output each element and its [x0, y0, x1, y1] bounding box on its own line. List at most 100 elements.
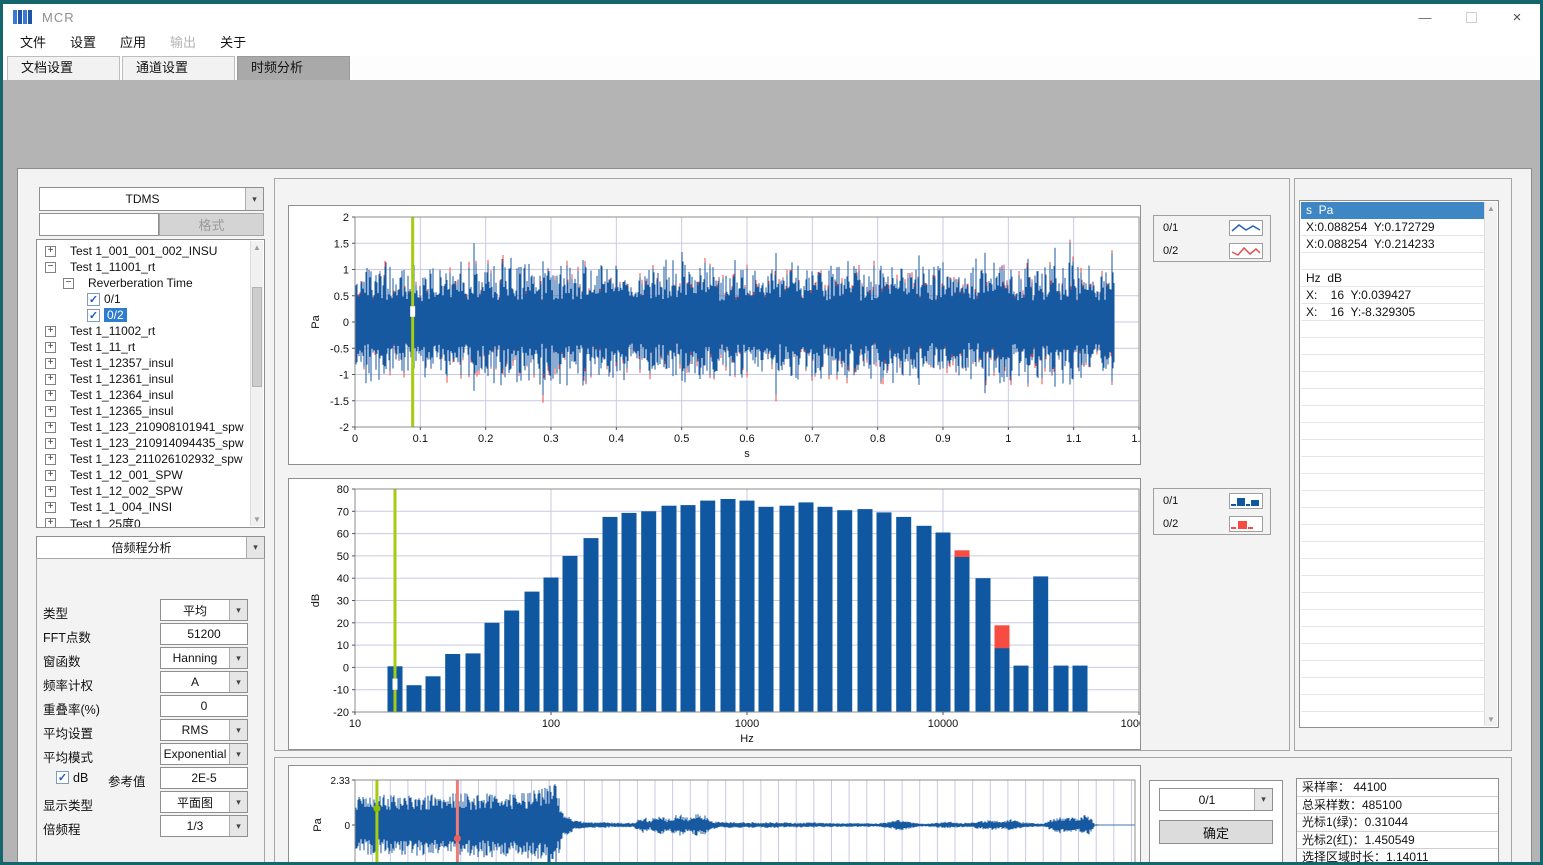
readout-row[interactable]	[1301, 542, 1484, 559]
tree-item[interactable]: +Test 1_11002_rt	[37, 323, 251, 339]
expander-icon[interactable]: +	[45, 470, 56, 481]
file-format-select[interactable]: TDMS ▾	[39, 187, 264, 211]
legend-item[interactable]: 0/1	[1154, 489, 1270, 512]
tree-item[interactable]: +Test 1_1_004_INSI	[37, 499, 251, 515]
readout-row[interactable]	[1301, 644, 1484, 661]
expander-icon[interactable]: +	[45, 422, 56, 433]
tree-item[interactable]: ✓0/1	[37, 291, 251, 307]
expander-icon[interactable]: +	[45, 342, 56, 353]
minimize-button[interactable]: —	[1402, 4, 1448, 30]
field-select[interactable]: 1/3▾	[160, 815, 248, 837]
scroll-up-icon[interactable]: ▲	[251, 241, 263, 254]
db-checkbox[interactable]: ✓	[56, 771, 69, 784]
tree-item[interactable]: +Test 1_12_002_SPW	[37, 483, 251, 499]
readout-row[interactable]: X: 16 Y:0.039427	[1301, 287, 1484, 304]
readout-row[interactable]	[1301, 661, 1484, 678]
tab-channel-settings[interactable]: 通道设置	[122, 56, 235, 80]
expander-icon[interactable]: −	[63, 278, 74, 289]
checkbox[interactable]: ✓	[87, 309, 100, 322]
third-octave-spectrum-chart[interactable]: 1010010001000010000080706050403020100-10…	[288, 478, 1141, 750]
tree-item[interactable]: ✓0/2	[37, 307, 251, 323]
readout-row[interactable]: s Pa	[1301, 202, 1484, 219]
field-select[interactable]: 平均▾	[160, 599, 248, 621]
tree-item[interactable]: +Test 1_12364_insul	[37, 387, 251, 403]
expander-icon[interactable]: −	[45, 262, 56, 273]
confirm-button[interactable]: 确定	[1159, 820, 1273, 844]
tree-item[interactable]: +Test 1_123_211026102932_spw	[37, 451, 251, 467]
analysis-type-select[interactable]: 倍频程分析 ▾	[36, 536, 265, 559]
expander-icon[interactable]: +	[45, 486, 56, 497]
channel-select[interactable]: 0/1 ▾	[1159, 788, 1273, 811]
field-select[interactable]: A▾	[160, 671, 248, 693]
readout-row[interactable]	[1301, 474, 1484, 491]
field-select[interactable]: Exponential▾	[160, 743, 248, 765]
readout-row[interactable]: Hz dB	[1301, 270, 1484, 287]
readout-row[interactable]	[1301, 678, 1484, 695]
expander-icon[interactable]: +	[45, 374, 56, 385]
expander-icon[interactable]: +	[45, 246, 56, 257]
expander-icon[interactable]: +	[45, 518, 56, 529]
maximize-button[interactable]	[1448, 4, 1494, 30]
tree-item[interactable]: −Reverberation Time	[37, 275, 251, 291]
readout-row[interactable]	[1301, 712, 1484, 728]
legend-item[interactable]: 0/2	[1154, 512, 1270, 535]
expander-icon[interactable]: +	[45, 406, 56, 417]
field-input[interactable]	[160, 623, 248, 645]
cursor1-handle[interactable]	[373, 805, 380, 812]
readout-row[interactable]	[1301, 338, 1484, 355]
readout-row[interactable]	[1301, 253, 1484, 270]
readout-row[interactable]	[1301, 559, 1484, 576]
tree-item[interactable]: +Test 1_12365_insul	[37, 403, 251, 419]
readout-row[interactable]	[1301, 440, 1484, 457]
menu-item-settings[interactable]: 设置	[58, 30, 108, 56]
tree-item[interactable]: +Test 1_001_001_002_INSU	[37, 243, 251, 259]
time-waveform-chart[interactable]: 00.10.20.30.40.50.60.70.80.911.11.221.51…	[288, 205, 1141, 465]
readout-row[interactable]	[1301, 576, 1484, 593]
tab-time-frequency[interactable]: 时频分析	[237, 56, 350, 80]
expander-icon[interactable]: +	[45, 438, 56, 449]
readout-row[interactable]	[1301, 423, 1484, 440]
field-select[interactable]: 平面图▾	[160, 791, 248, 813]
expander-icon[interactable]: +	[45, 454, 56, 465]
expander-icon[interactable]: +	[45, 358, 56, 369]
full-record-waveform-chart[interactable]: 00.250.50.7511.251.51.7522.252.52.7533.2…	[288, 765, 1141, 865]
scroll-down-icon[interactable]: ▼	[1485, 713, 1497, 726]
readout-row[interactable]	[1301, 695, 1484, 712]
tree-item[interactable]: −Test 1_11001_rt	[37, 259, 251, 275]
readout-row[interactable]	[1301, 593, 1484, 610]
cursor2-handle[interactable]	[454, 835, 461, 842]
tree-item[interactable]: +Test 1_25度0	[37, 515, 251, 528]
tree-item[interactable]: +Test 1_12361_insul	[37, 371, 251, 387]
readout-row[interactable]: X:0.088254 Y:0.214233	[1301, 236, 1484, 253]
readout-scrollbar[interactable]: ▲▼	[1484, 202, 1497, 726]
readout-row[interactable]	[1301, 355, 1484, 372]
legend-item[interactable]: 0/1	[1154, 216, 1270, 239]
readout-row[interactable]	[1301, 508, 1484, 525]
menu-item-apply[interactable]: 应用	[108, 30, 158, 56]
scroll-up-icon[interactable]: ▲	[1485, 202, 1497, 215]
close-button[interactable]: ×	[1494, 4, 1540, 30]
tree-item[interactable]: +Test 1_123_210908101941_spw	[37, 419, 251, 435]
readout-row[interactable]	[1301, 627, 1484, 644]
scrollbar-thumb[interactable]	[252, 287, 262, 387]
readout-row[interactable]: X: 16 Y:-8.329305	[1301, 304, 1484, 321]
field-input[interactable]	[160, 695, 248, 717]
expander-icon[interactable]: +	[45, 326, 56, 337]
search-input[interactable]	[39, 213, 159, 236]
scroll-down-icon[interactable]: ▼	[251, 513, 263, 526]
reference-value-input[interactable]	[160, 767, 248, 789]
menu-item-about[interactable]: 关于	[208, 30, 258, 56]
checkbox[interactable]: ✓	[87, 293, 100, 306]
tree-scrollbar[interactable]: ▲▼	[250, 241, 263, 526]
menu-item-file[interactable]: 文件	[8, 30, 58, 56]
readout-row[interactable]	[1301, 457, 1484, 474]
readout-row[interactable]	[1301, 372, 1484, 389]
readout-row[interactable]	[1301, 389, 1484, 406]
tree-item[interactable]: +Test 1_11_rt	[37, 339, 251, 355]
tree-item[interactable]: +Test 1_12357_insul	[37, 355, 251, 371]
expander-icon[interactable]: +	[45, 502, 56, 513]
field-select[interactable]: RMS▾	[160, 719, 248, 741]
expander-icon[interactable]: +	[45, 390, 56, 401]
readout-row[interactable]: X:0.088254 Y:0.172729	[1301, 219, 1484, 236]
readout-row[interactable]	[1301, 525, 1484, 542]
